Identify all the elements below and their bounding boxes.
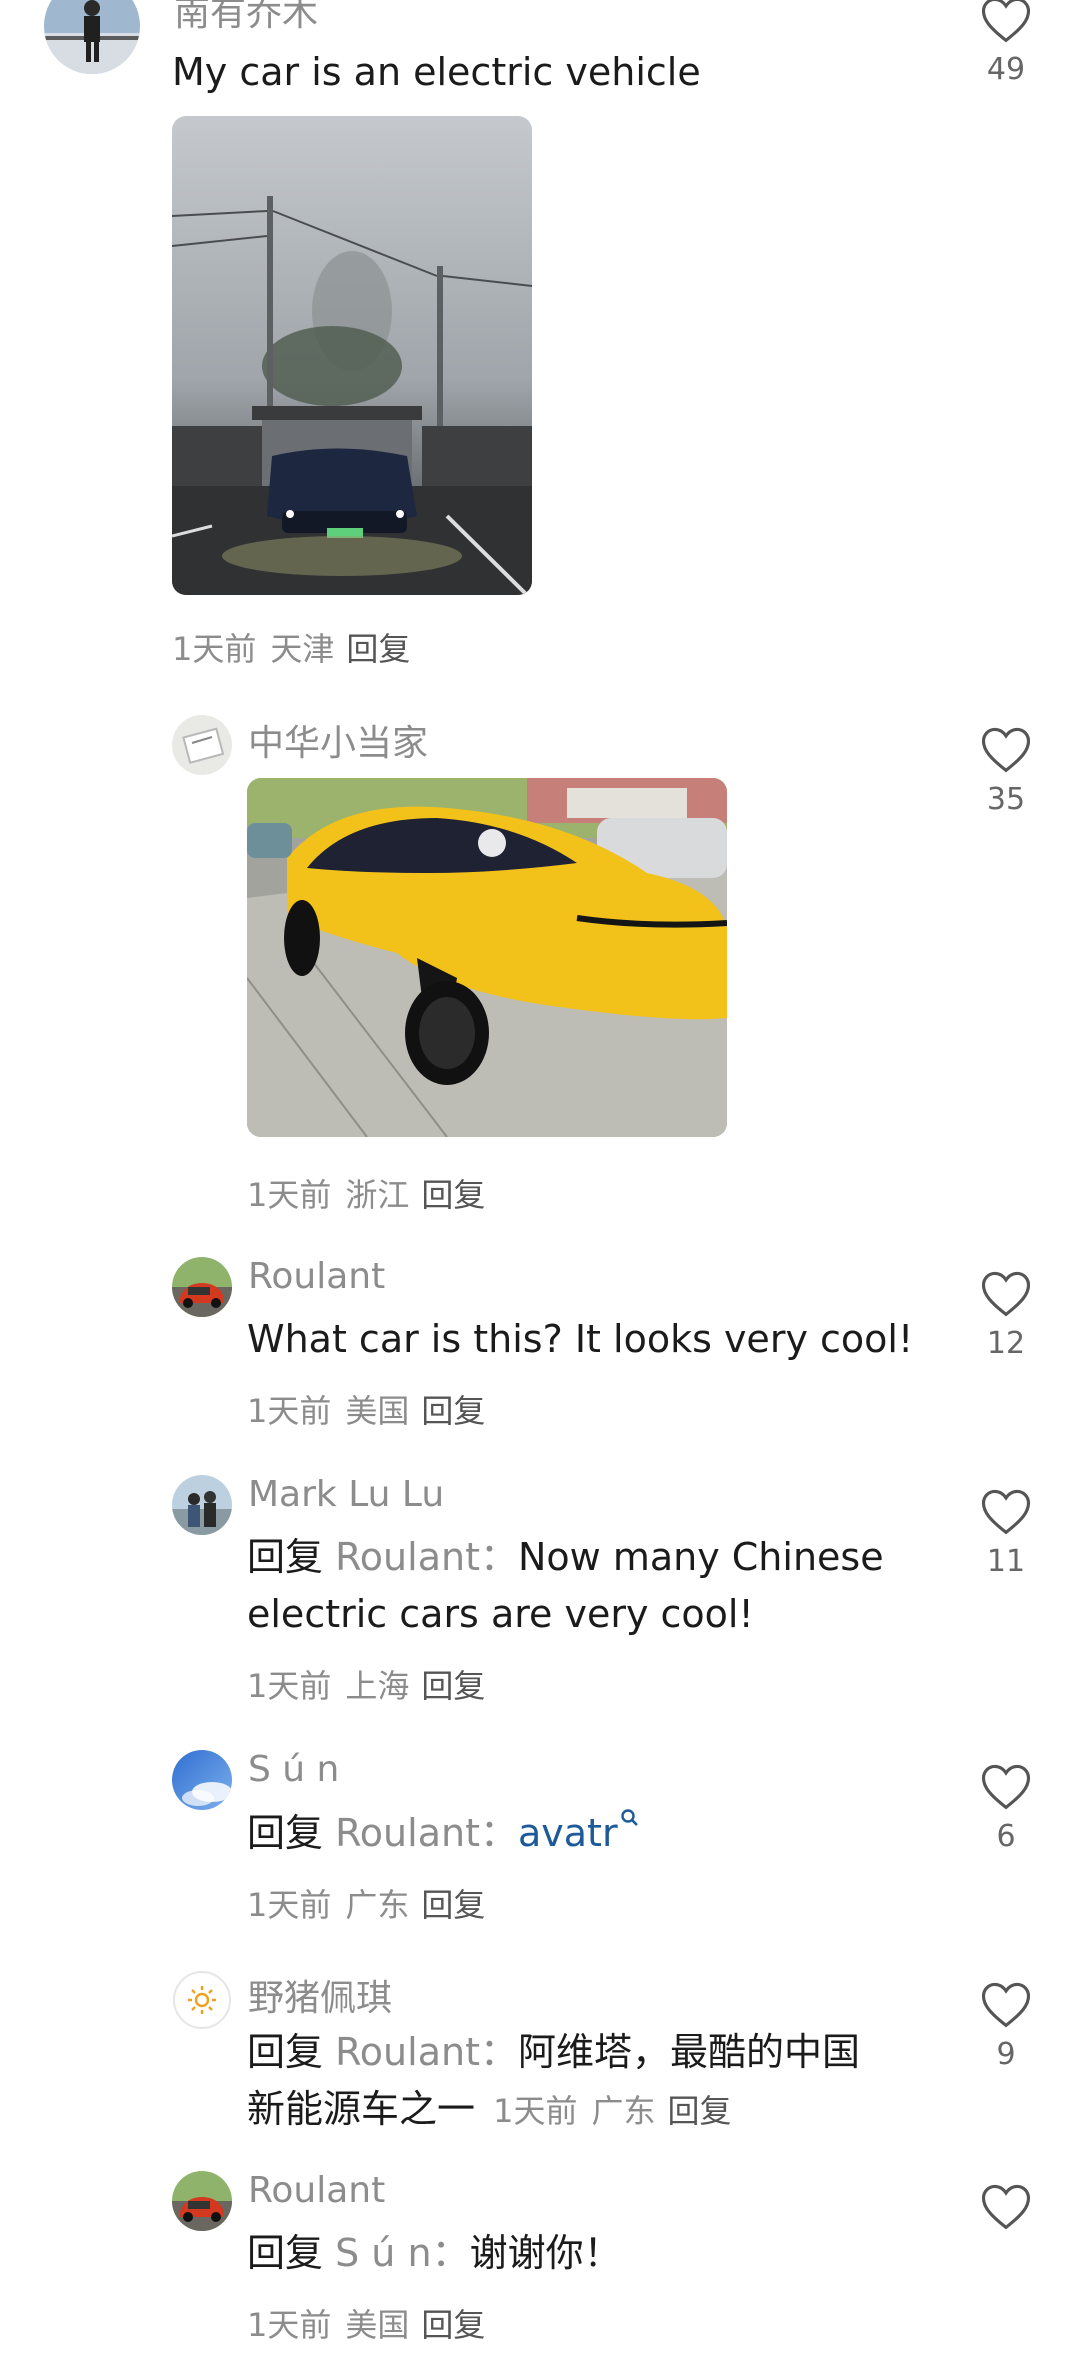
comment-meta: 1天前 美国 回复 xyxy=(247,1386,485,1432)
comment-text: What car is this? It looks very cool! xyxy=(247,1317,914,1361)
reply-colon: ： xyxy=(479,1811,518,1855)
comment-location: 天津 xyxy=(270,630,335,668)
comment-photo-yellow-car[interactable] xyxy=(247,778,727,1137)
reply-colon: ： xyxy=(479,1535,518,1579)
reply-target-user[interactable]: Roulant xyxy=(335,2030,480,2074)
comment-time: 1天前 xyxy=(247,1392,332,1430)
reply-button[interactable]: 回复 xyxy=(668,2092,732,2130)
reply-target-user[interactable]: Roulant xyxy=(335,1535,480,1579)
like-button[interactable]: 6 xyxy=(966,1761,1046,1854)
heart-outline-icon xyxy=(981,1982,1031,2028)
avatar[interactable] xyxy=(172,1475,232,1535)
avatar[interactable] xyxy=(172,1970,232,2030)
comment-location: 浙江 xyxy=(345,1176,410,1214)
comment-text: 回复 Roulant：阿维塔，最酷的中国 新能源车之一 1天前 广东 回复 xyxy=(247,2024,947,2140)
comment-meta: 1天前 天津 回复 xyxy=(172,624,410,670)
comment-meta: 1天前 广东 回复 xyxy=(247,1880,485,1926)
reply-prefix: 回复 xyxy=(247,1535,324,1579)
reply-button[interactable]: 回复 xyxy=(421,2306,485,2344)
like-button[interactable]: 35 xyxy=(966,724,1046,817)
reply-colon: ： xyxy=(479,2030,518,2074)
comment-text-content: 谢谢你！ xyxy=(469,2231,622,2275)
comment-location: 广东 xyxy=(345,1886,410,1924)
search-link[interactable]: avatr xyxy=(517,1809,640,1855)
comment-location: 美国 xyxy=(345,1392,410,1430)
comment-time: 1天前 xyxy=(247,1886,332,1924)
avatar[interactable] xyxy=(172,715,232,775)
comment-meta: 1天前 浙江 回复 xyxy=(247,1170,485,1216)
heart-outline-icon xyxy=(981,1764,1031,1810)
comment-text: 回复 Roulant：avatr xyxy=(247,1805,640,1862)
comment-time: 1天前 xyxy=(247,1667,332,1705)
comment-author[interactable]: Roulant xyxy=(248,1256,385,1297)
comment-text: 回复 S ú n：谢谢你！ xyxy=(247,2225,622,2282)
comment-time: 1天前 xyxy=(493,2092,578,2130)
reply-button[interactable]: 回复 xyxy=(421,1886,485,1924)
comment-time: 1天前 xyxy=(247,1176,332,1214)
like-count: 35 xyxy=(986,782,1026,817)
heart-outline-icon xyxy=(981,1489,1031,1535)
avatar[interactable] xyxy=(172,1257,232,1317)
comment-text-line1: Now many Chinese xyxy=(517,1535,884,1579)
comment-author[interactable]: 南有乔木 xyxy=(174,0,318,36)
comment-photo-charging-station[interactable] xyxy=(172,116,532,595)
like-count: 9 xyxy=(996,2037,1016,2072)
comment-author[interactable]: 中华小当家 xyxy=(248,714,428,766)
like-count: 12 xyxy=(986,1326,1026,1361)
comment-text-line1: 阿维塔，最酷的中国 xyxy=(517,2030,860,2074)
comment-location: 上海 xyxy=(345,1667,410,1705)
comment-author[interactable]: 野猪佩琪 xyxy=(248,1969,392,2021)
comment-text: My car is an electric vehicle xyxy=(172,50,701,94)
like-count: 49 xyxy=(986,52,1026,87)
search-icon xyxy=(620,1809,638,1826)
comment-author[interactable]: S ú n xyxy=(248,1749,339,1790)
comment-author[interactable]: Roulant xyxy=(248,2170,385,2211)
avatar[interactable] xyxy=(172,1750,232,1810)
search-link-text: avatr xyxy=(517,1811,618,1855)
reply-button[interactable]: 回复 xyxy=(421,1392,485,1430)
reply-colon: ： xyxy=(431,2231,470,2275)
avatar[interactable] xyxy=(44,0,140,74)
reply-target-user[interactable]: S ú n xyxy=(335,2231,431,2275)
comment-text: 回复 Roulant：Now many Chinese electric car… xyxy=(247,1529,907,1643)
comment-meta: 1天前 美国 回复 xyxy=(247,2300,485,2346)
reply-button[interactable]: 回复 xyxy=(346,630,410,668)
heart-outline-icon xyxy=(981,1271,1031,1317)
like-count: 11 xyxy=(986,1544,1026,1579)
like-button[interactable]: 49 xyxy=(966,0,1046,87)
comment-meta: 1天前 上海 回复 xyxy=(247,1661,485,1707)
reply-button[interactable]: 回复 xyxy=(421,1176,485,1214)
comment-time: 1天前 xyxy=(247,2306,332,2344)
like-button[interactable] xyxy=(966,2181,1046,2239)
like-count: 6 xyxy=(996,1819,1016,1854)
comment-location: 美国 xyxy=(345,2306,410,2344)
comment-text-line2: electric cars are very cool! xyxy=(247,1592,754,1636)
comment-author[interactable]: Mark Lu Lu xyxy=(248,1474,444,1515)
reply-prefix: 回复 xyxy=(247,2030,324,2074)
heart-outline-icon xyxy=(981,727,1031,773)
like-button[interactable]: 11 xyxy=(966,1486,1046,1579)
avatar[interactable] xyxy=(172,2171,232,2231)
comment-time: 1天前 xyxy=(172,630,257,668)
heart-outline-icon xyxy=(981,0,1031,43)
like-button[interactable]: 9 xyxy=(966,1979,1046,2072)
comment-meta: 1天前 广东 回复 xyxy=(493,2092,731,2130)
comment-text-line2: 新能源车之一 xyxy=(247,2087,476,2131)
comment-location: 广东 xyxy=(591,2092,656,2130)
reply-prefix: 回复 xyxy=(247,1811,324,1855)
reply-button[interactable]: 回复 xyxy=(421,1667,485,1705)
like-button[interactable]: 12 xyxy=(966,1268,1046,1361)
reply-target-user[interactable]: Roulant xyxy=(335,1811,480,1855)
reply-prefix: 回复 xyxy=(247,2231,324,2275)
heart-outline-icon xyxy=(981,2184,1031,2230)
